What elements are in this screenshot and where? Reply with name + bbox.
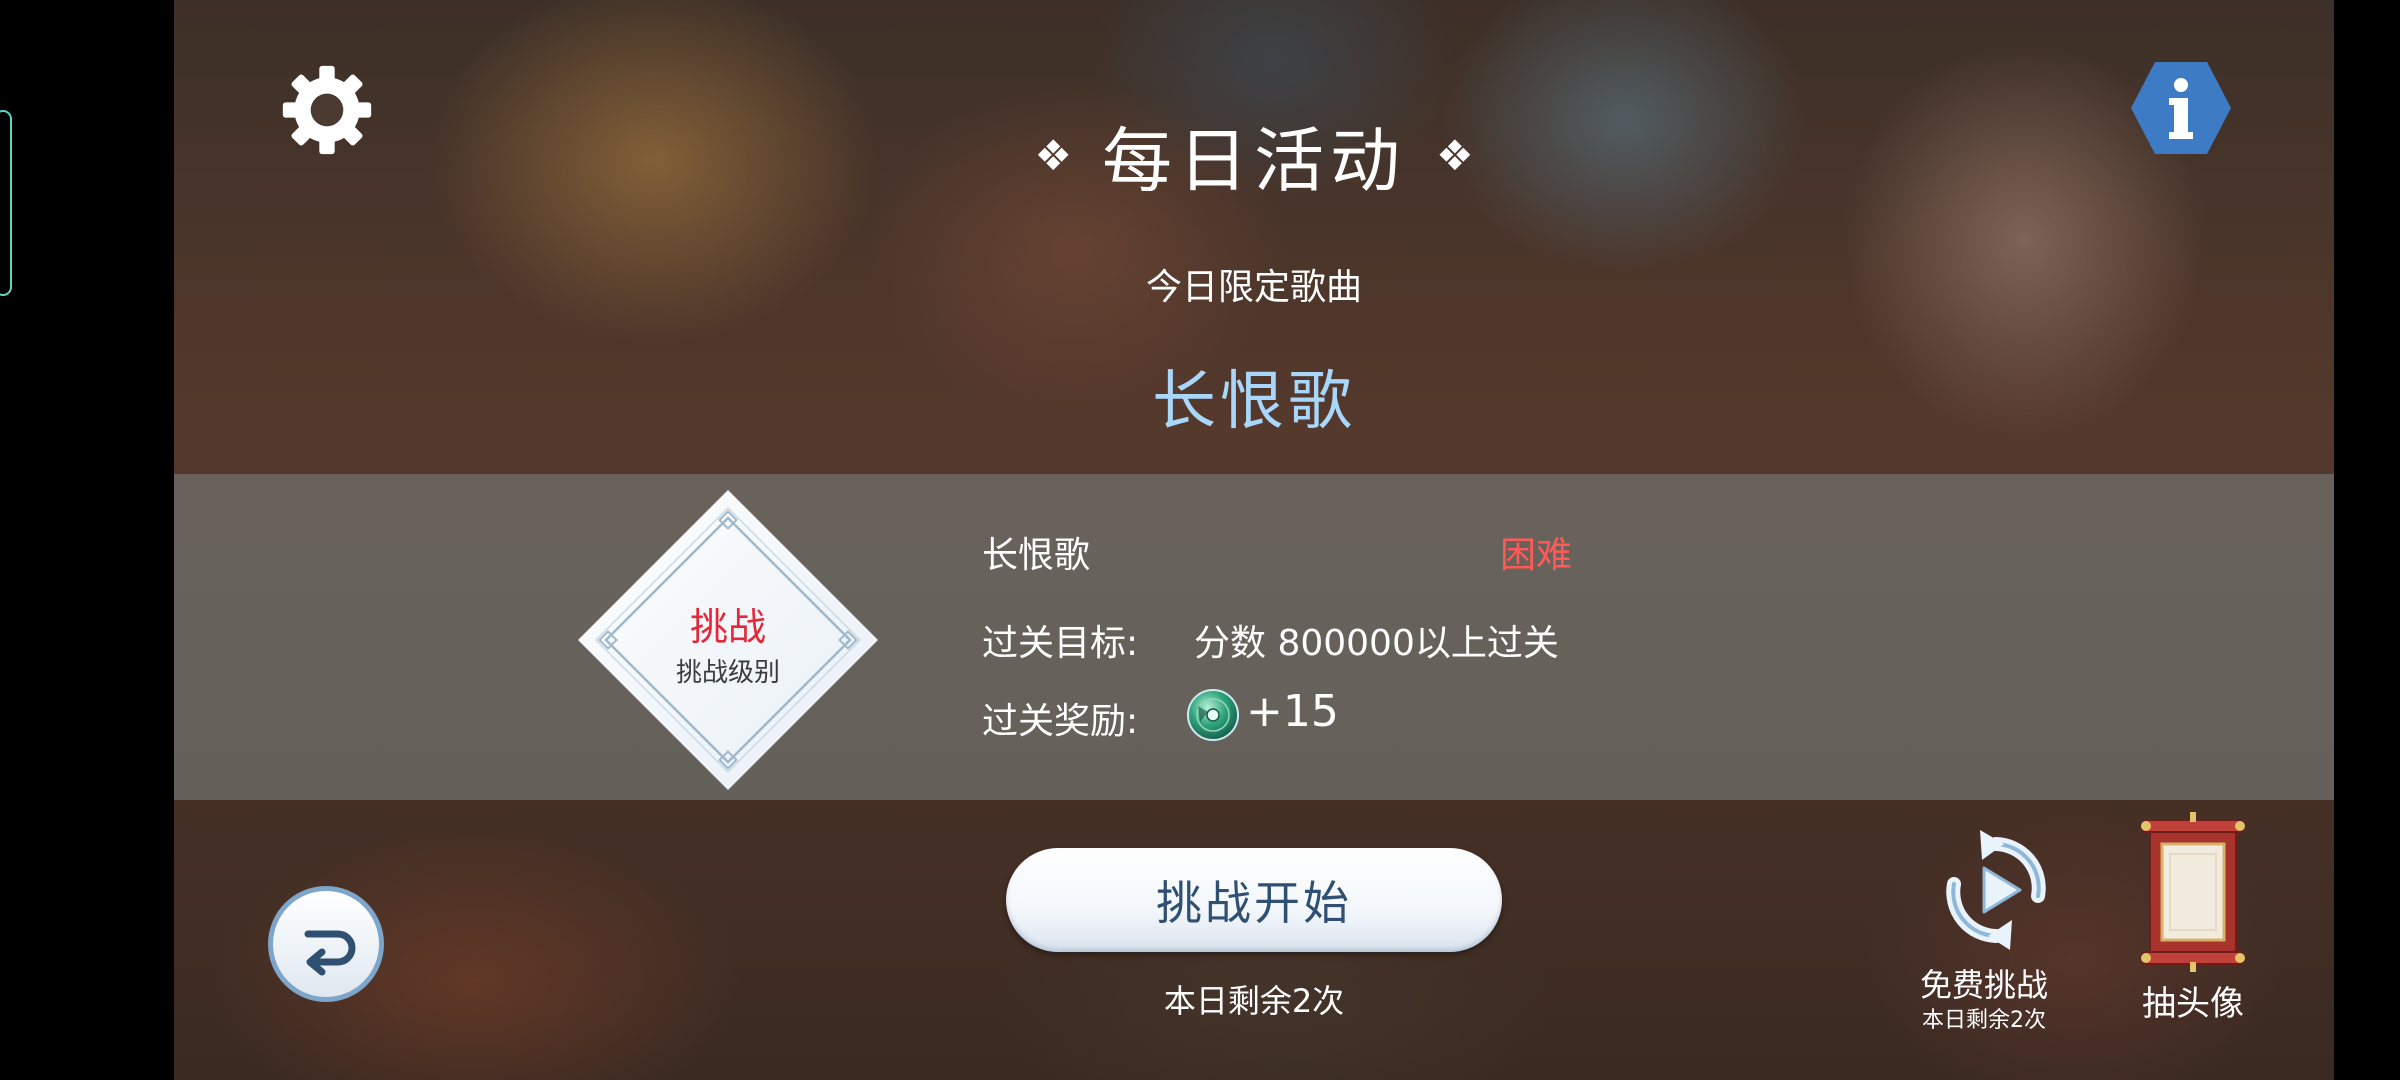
- difficulty-label: 困难: [1500, 535, 1573, 576]
- free-challenge-label: 免费挑战: [1919, 966, 2048, 1004]
- screen: ❖ 每日活动 ❖ 今日限定歌曲 长恨歌 挑战 挑战级别 长恨歌 困难 过关目标:…: [0, 0, 2400, 1080]
- free-challenge-remaining: 本日剩余2次: [1922, 1008, 2046, 1033]
- replay-icon: [1940, 830, 2052, 950]
- draw-avatar-button[interactable]: 抽头像: [2118, 812, 2268, 1032]
- disc-icon: [1186, 688, 1240, 742]
- draw-avatar-label: 抽头像: [2142, 984, 2244, 1024]
- goal-value: 分数 800000以上过关: [1194, 623, 1559, 664]
- return-arrow-icon: [268, 886, 384, 1002]
- camera-cutout-outline: [0, 110, 12, 296]
- reward-value: +15: [1246, 686, 1339, 737]
- badge-label: 挑战: [689, 605, 766, 649]
- scroll-icon: [2138, 812, 2248, 972]
- free-challenge-button[interactable]: 免费挑战 本日剩余2次: [1904, 830, 2064, 1033]
- daily-event-screen: ❖ 每日活动 ❖ 今日限定歌曲 长恨歌 挑战 挑战级别 长恨歌 困难 过关目标:…: [174, 0, 2334, 1080]
- title-decoration-right: ❖: [1436, 130, 1474, 180]
- info-song-name: 长恨歌: [982, 535, 1091, 576]
- reward-label: 过关奖励:: [982, 701, 1139, 742]
- featured-song-title: 长恨歌: [1152, 365, 1356, 439]
- goal-label: 过关目标:: [982, 623, 1139, 664]
- remaining-attempts-text: 本日剩余2次: [1163, 982, 1345, 1020]
- badge-sublabel: 挑战级别: [675, 658, 780, 688]
- page-subtitle: 今日限定歌曲: [1145, 267, 1362, 308]
- back-button[interactable]: [264, 882, 388, 1006]
- start-challenge-button[interactable]: 挑战开始: [1006, 848, 1502, 952]
- page-title-row: ❖ 每日活动 ❖: [174, 105, 2334, 205]
- title-decoration-left: ❖: [1034, 130, 1072, 180]
- page-title: 每日活动: [1102, 119, 1406, 202]
